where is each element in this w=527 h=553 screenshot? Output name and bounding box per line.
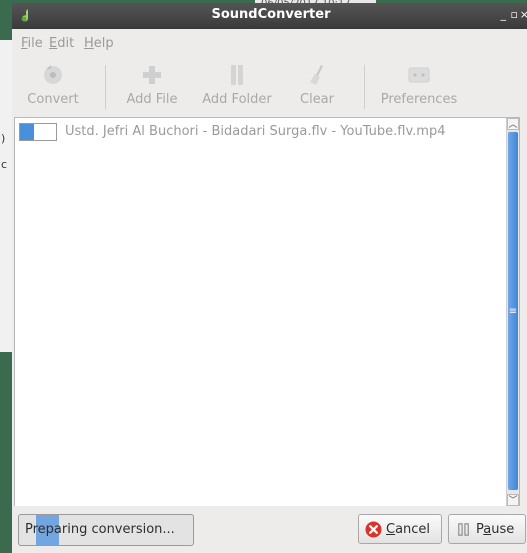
convert-icon <box>44 65 62 84</box>
scrollbar-grip-icon: ≡ <box>508 306 518 317</box>
convert-button[interactable]: Convert <box>18 55 88 115</box>
menu-file[interactable]: File <box>21 36 43 51</box>
scroll-down-arrow-icon[interactable]: ﹀ <box>507 494 519 506</box>
menu-edit[interactable]: Edit <box>49 36 74 51</box>
add-file-button[interactable]: Add File <box>117 55 187 115</box>
convert-label: Convert <box>27 92 79 107</box>
toolbar-separator <box>364 65 365 109</box>
pause-label: Pause <box>476 522 515 537</box>
broom-icon <box>310 65 323 85</box>
add-icon <box>143 66 161 84</box>
background-window-edge: ) c <box>0 40 12 352</box>
file-list[interactable]: Ustd. Jefri Al Buchori - Bidadari Surga.… <box>14 117 520 507</box>
close-button[interactable]: × <box>520 8 527 21</box>
conversion-progress-bar: Preparing conversion... <box>18 514 194 546</box>
add-folder-button[interactable]: Add Folder <box>195 55 279 115</box>
cancel-label: Cancel <box>386 522 431 537</box>
folder-music-icon <box>231 65 243 85</box>
status-text: Preparing conversion... <box>25 522 175 537</box>
title-bar[interactable]: SoundConverter _ ▫ × <box>12 3 527 29</box>
file-progress-bar <box>19 123 57 141</box>
cancel-icon <box>365 521 382 538</box>
toolbar: Convert Add File Add Folder Clear Prefer… <box>12 55 527 117</box>
background-glyph: ) <box>1 132 6 145</box>
preferences-icon <box>408 67 430 83</box>
minimize-button[interactable]: _ <box>501 8 507 21</box>
preferences-label: Preferences <box>380 92 458 107</box>
list-item[interactable]: Ustd. Jefri Al Buchori - Bidadari Surga.… <box>15 121 505 143</box>
background-glyph: c <box>1 158 8 171</box>
vertical-scrollbar[interactable]: ︿ ≡ ﹀ <box>506 118 519 506</box>
file-name: Ustd. Jefri Al Buchori - Bidadari Surga.… <box>65 124 446 139</box>
clear-label: Clear <box>300 92 334 107</box>
add-folder-label: Add Folder <box>202 92 272 107</box>
soundconverter-window: SoundConverter _ ▫ × File Edit Help Conv… <box>12 3 527 553</box>
window-title: SoundConverter <box>211 7 331 22</box>
preferences-button[interactable]: Preferences <box>374 55 464 115</box>
maximize-button[interactable]: ▫ <box>511 8 518 21</box>
status-bar: Preparing conversion... Cancel Pause <box>12 506 527 553</box>
cancel-button[interactable]: Cancel <box>358 514 442 544</box>
toolbar-separator <box>105 65 106 109</box>
pause-icon <box>458 523 469 536</box>
pause-button[interactable]: Pause <box>448 514 526 544</box>
scrollbar-thumb[interactable]: ≡ <box>508 132 518 490</box>
add-file-label: Add File <box>126 92 178 107</box>
file-progress-fill <box>20 124 35 140</box>
clear-button[interactable]: Clear <box>292 55 342 115</box>
menu-bar: File Edit Help <box>12 29 527 55</box>
scroll-up-arrow-icon[interactable]: ︿ <box>507 118 519 130</box>
menu-help[interactable]: Help <box>84 36 114 51</box>
